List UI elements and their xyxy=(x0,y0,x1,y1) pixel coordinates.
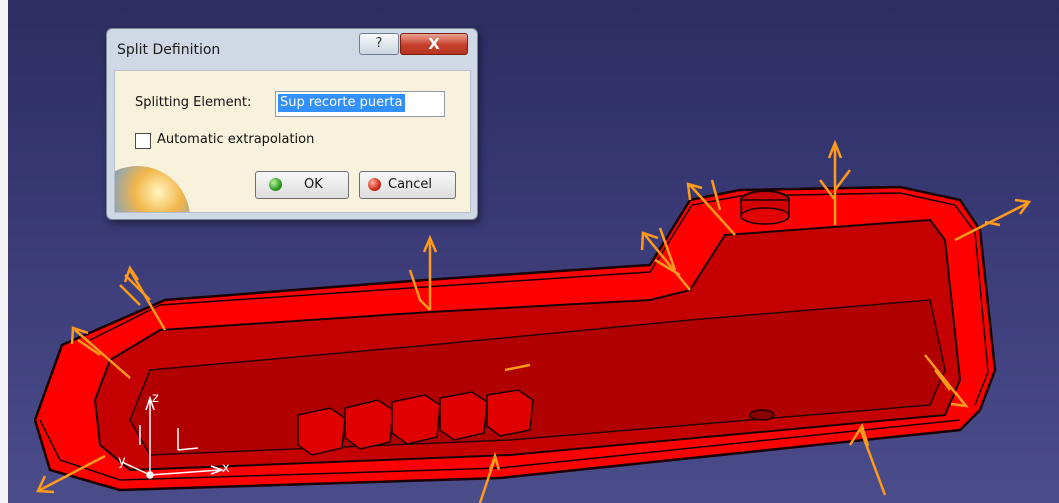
cancel-label: Cancel xyxy=(388,177,433,192)
axis-y-label: y xyxy=(118,454,126,469)
ok-icon xyxy=(269,178,282,191)
part-hole xyxy=(749,409,775,421)
splitting-element-value[interactable]: Sup recorte puerta xyxy=(278,94,405,112)
cancel-icon xyxy=(368,178,381,191)
splitting-element-label: Splitting Element: xyxy=(135,95,252,110)
splitting-element-field[interactable]: Sup recorte puerta xyxy=(275,91,445,117)
dialog-body: Splitting Element: Sup recorte puerta Au… xyxy=(114,70,471,213)
ok-label: OK xyxy=(304,177,323,192)
ok-button[interactable]: OK xyxy=(255,171,349,199)
cancel-button[interactable]: Cancel xyxy=(359,171,456,199)
automatic-extrapolation-checkbox[interactable] xyxy=(135,133,151,149)
close-icon: X xyxy=(428,35,440,53)
help-button[interactable]: ? xyxy=(359,33,399,55)
split-definition-dialog[interactable]: Split Definition ? X Splitting Element: … xyxy=(106,28,478,220)
left-edge xyxy=(0,0,8,503)
dialog-title: Split Definition xyxy=(117,42,221,58)
planet-decoration-icon xyxy=(115,166,190,212)
automatic-extrapolation-label[interactable]: Automatic extrapolation xyxy=(157,132,314,147)
close-button[interactable]: X xyxy=(400,33,468,55)
help-icon: ? xyxy=(375,36,383,51)
dialog-titlebar[interactable]: Split Definition ? X xyxy=(107,29,477,69)
axis-x-label: x xyxy=(222,461,230,476)
axis-z-label: z xyxy=(152,391,159,406)
